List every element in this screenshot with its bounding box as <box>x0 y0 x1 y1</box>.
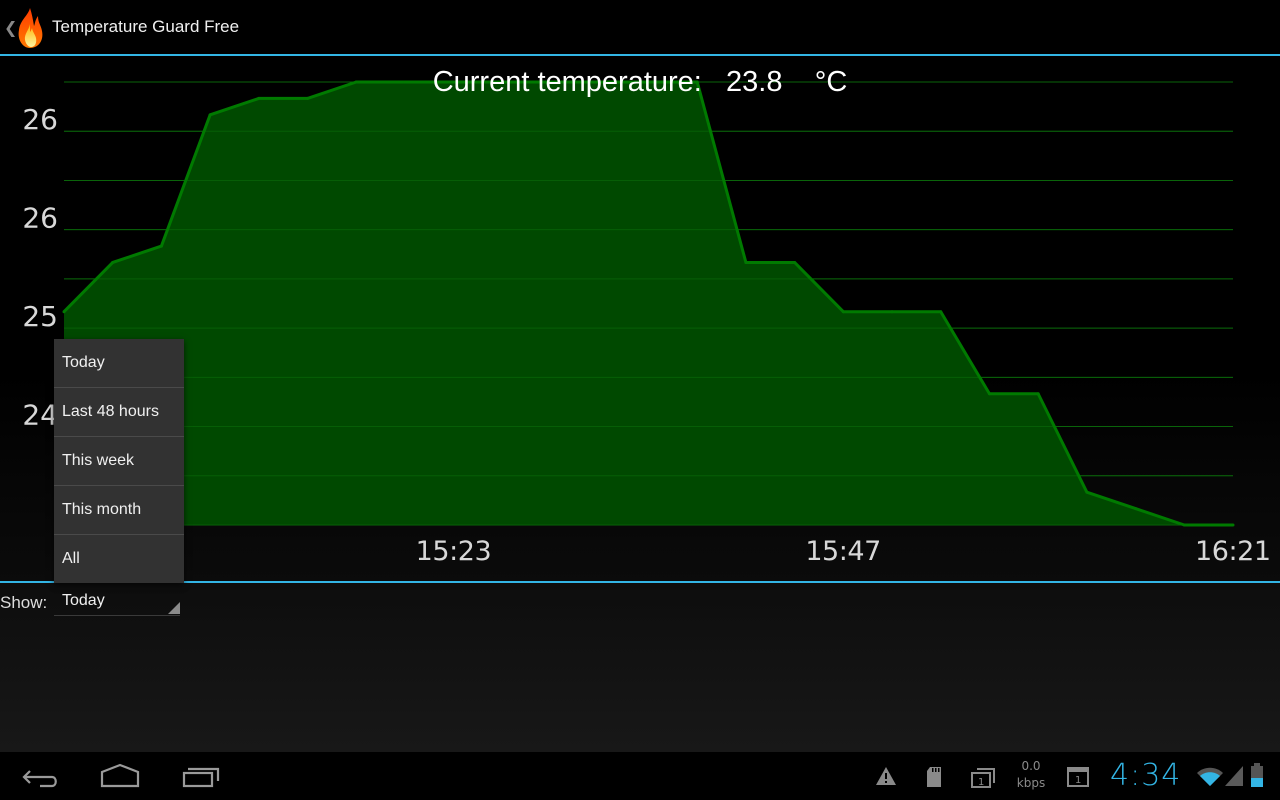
data-point <box>890 310 894 314</box>
data-point <box>841 310 845 314</box>
svg-text:1: 1 <box>978 777 984 788</box>
dropdown-option-this-week[interactable]: This week <box>54 437 184 486</box>
notification-stack-icon[interactable]: 1 <box>970 765 996 789</box>
data-point <box>1134 507 1138 511</box>
data-point <box>1085 490 1089 494</box>
data-point <box>208 113 212 117</box>
battery-icon[interactable] <box>1250 762 1264 788</box>
dropdown-option-last-48-hours[interactable]: Last 48 hours <box>54 388 184 437</box>
x-tick-label: 15:47 <box>805 536 881 567</box>
data-point <box>1182 523 1186 527</box>
y-tick-label: 24 <box>22 399 58 432</box>
dropdown-option-today[interactable]: Today <box>54 339 184 388</box>
data-point <box>1036 392 1040 396</box>
cell-signal-icon[interactable] <box>1224 765 1244 787</box>
home-button[interactable] <box>96 762 144 792</box>
data-point <box>744 260 748 264</box>
x-tick-label: 15:23 <box>416 536 492 567</box>
wifi-icon[interactable] <box>1196 765 1224 787</box>
data-point <box>793 260 797 264</box>
range-dropdown: Today Last 48 hours This week This month… <box>54 339 184 583</box>
y-tick-label: 26 <box>22 202 58 235</box>
sd-card-icon[interactable] <box>926 766 942 788</box>
action-bar: ❮ Temperature Guard Free <box>0 0 1280 56</box>
x-tick-label: 16:21 <box>1195 536 1271 567</box>
app-root: ❮ Temperature Guard Free 26 26 25 24 15:23 15… <box>0 0 1280 800</box>
range-spinner[interactable]: Today <box>54 587 180 616</box>
data-point <box>111 260 115 264</box>
system-bar: 1 0.0 kbps 1 4:34 <box>0 752 1280 800</box>
recent-apps-button[interactable] <box>178 762 226 792</box>
spinner-arrow-icon <box>168 602 180 614</box>
current-temperature-unit: °C <box>814 66 848 98</box>
back-button[interactable] <box>16 762 64 792</box>
warning-icon[interactable] <box>875 766 897 786</box>
network-speed: 0.0 kbps <box>1014 758 1048 792</box>
data-point <box>62 310 66 314</box>
calendar-icon[interactable]: 1 <box>1066 766 1090 788</box>
bottom-panel: Show: Today <box>0 583 1280 752</box>
svg-text:1: 1 <box>1075 775 1081 786</box>
network-speed-value: 0.0 <box>1021 759 1041 773</box>
chart-svg: 26 26 25 24 15:23 15:47 16:21 <box>22 80 1271 567</box>
temperature-area <box>64 82 1233 525</box>
dropdown-option-all[interactable]: All <box>54 535 184 584</box>
show-label: Show: <box>0 593 48 612</box>
current-temperature-readout: Current temperature: 23.8 °C <box>0 66 1280 99</box>
data-point <box>159 244 163 248</box>
data-point <box>1231 523 1235 527</box>
temperature-chart: 26 26 25 24 15:23 15:47 16:21 Current temperat… <box>0 56 1280 582</box>
current-temperature-label: Current temperature: <box>432 66 702 98</box>
network-speed-unit: kbps <box>1016 776 1046 790</box>
flame-icon[interactable] <box>14 6 46 50</box>
y-tick-label: 25 <box>22 300 58 333</box>
data-point <box>987 392 991 396</box>
app-title: Temperature Guard Free <box>52 17 240 36</box>
data-point <box>939 310 943 314</box>
y-tick-label: 26 <box>22 103 58 136</box>
dropdown-option-this-month[interactable]: This month <box>54 486 184 535</box>
spinner-selected-value: Today <box>62 592 105 609</box>
current-temperature-value: 23.8 <box>726 66 783 98</box>
status-clock[interactable]: 4:34 <box>1110 758 1181 793</box>
